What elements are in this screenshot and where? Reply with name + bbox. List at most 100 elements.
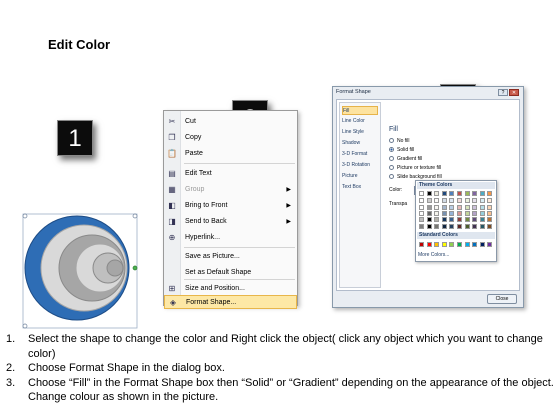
theme-color-swatch[interactable]: [479, 204, 485, 210]
menu-item-label: Set as Default Shape: [185, 269, 252, 276]
menu-item-paste[interactable]: 📋 Paste: [164, 147, 297, 161]
theme-color-swatch[interactable]: [457, 191, 462, 196]
nav-item-picture[interactable]: Picture: [342, 172, 378, 181]
theme-color-swatch[interactable]: [472, 210, 478, 216]
option-gradient-fill[interactable]: Gradient fill: [389, 156, 422, 163]
close-window-button[interactable]: ✕: [509, 89, 519, 96]
theme-color-swatch[interactable]: [457, 198, 462, 204]
standard-color-swatch[interactable]: [464, 242, 470, 247]
theme-color-swatch[interactable]: [449, 223, 455, 229]
menu-item-size-and-position[interactable]: ⊞ Size and Position...: [164, 282, 297, 296]
menu-item-send-to-back[interactable]: ◨ Send to Back ▶: [164, 215, 297, 229]
nav-item-fill[interactable]: Fill: [342, 106, 378, 115]
help-button[interactable]: ?: [498, 89, 508, 96]
dialog-title: Format Shape: [336, 89, 371, 95]
theme-color-swatch[interactable]: [441, 198, 447, 204]
theme-color-swatch[interactable]: [426, 204, 432, 210]
theme-color-swatch[interactable]: [434, 223, 440, 229]
theme-color-swatch[interactable]: [457, 210, 462, 216]
theme-color-swatch[interactable]: [472, 204, 478, 210]
theme-color-swatch[interactable]: [479, 198, 485, 204]
selected-circle-shape[interactable]: [22, 213, 138, 329]
theme-color-swatch[interactable]: [479, 217, 485, 223]
theme-color-swatch[interactable]: [487, 191, 493, 196]
standard-color-swatch[interactable]: [419, 242, 424, 247]
theme-color-swatch[interactable]: [472, 191, 478, 196]
standard-color-swatch[interactable]: [441, 242, 447, 247]
theme-color-swatch[interactable]: [464, 217, 470, 223]
theme-color-swatch[interactable]: [472, 198, 478, 204]
menu-item-copy[interactable]: ❐ Copy: [164, 131, 297, 145]
theme-color-swatch[interactable]: [419, 191, 424, 196]
theme-color-swatch[interactable]: [441, 223, 447, 229]
theme-color-swatch[interactable]: [457, 217, 462, 223]
theme-color-swatch[interactable]: [449, 191, 455, 196]
standard-color-swatch[interactable]: [472, 242, 478, 247]
theme-color-swatch[interactable]: [441, 204, 447, 210]
theme-color-swatch[interactable]: [441, 217, 447, 223]
theme-color-swatch[interactable]: [464, 204, 470, 210]
menu-item-save-as-picture[interactable]: Save as Picture...: [164, 250, 297, 264]
theme-color-swatch[interactable]: [472, 217, 478, 223]
theme-color-swatch[interactable]: [419, 204, 424, 210]
option-solid-fill[interactable]: Solid fill: [389, 147, 414, 154]
theme-color-swatch[interactable]: [457, 204, 462, 210]
theme-color-swatch[interactable]: [419, 223, 424, 229]
theme-color-swatch[interactable]: [449, 217, 455, 223]
theme-color-swatch[interactable]: [419, 210, 424, 216]
theme-color-swatch[interactable]: [464, 191, 470, 196]
theme-color-swatch[interactable]: [479, 210, 485, 216]
menu-item-set-as-default-shape[interactable]: Set as Default Shape: [164, 266, 297, 280]
standard-color-swatch[interactable]: [479, 242, 485, 247]
theme-color-swatch[interactable]: [464, 198, 470, 204]
theme-color-swatch[interactable]: [449, 210, 455, 216]
nav-item-3d-rotation[interactable]: 3-D Rotation: [342, 161, 378, 170]
theme-color-swatch[interactable]: [479, 191, 485, 196]
option-picture-fill[interactable]: Picture or texture fill: [389, 165, 441, 172]
theme-color-swatch[interactable]: [441, 191, 447, 196]
nav-item-shadow[interactable]: Shadow: [342, 139, 378, 148]
theme-color-swatch[interactable]: [434, 191, 440, 196]
theme-color-swatch[interactable]: [487, 217, 493, 223]
nav-item-line-style[interactable]: Line Style: [342, 128, 378, 137]
nav-item-text-box[interactable]: Text Box: [342, 183, 378, 192]
theme-color-swatch[interactable]: [464, 223, 470, 229]
theme-color-swatch[interactable]: [419, 198, 424, 204]
theme-color-swatch[interactable]: [479, 223, 485, 229]
menu-item-bring-to-front[interactable]: ◧ Bring to Front ▶: [164, 199, 297, 213]
theme-color-swatch[interactable]: [441, 210, 447, 216]
theme-color-swatch[interactable]: [434, 217, 440, 223]
theme-color-swatch[interactable]: [472, 223, 478, 229]
option-no-fill[interactable]: No fill: [389, 138, 410, 145]
theme-color-swatch[interactable]: [434, 210, 440, 216]
theme-color-swatch[interactable]: [426, 191, 432, 196]
theme-color-swatch[interactable]: [434, 198, 440, 204]
menu-item-cut[interactable]: ✂ Cut: [164, 115, 297, 129]
standard-color-swatch[interactable]: [426, 242, 432, 247]
theme-color-swatch[interactable]: [426, 217, 432, 223]
standard-color-swatch[interactable]: [457, 242, 462, 247]
theme-color-swatch[interactable]: [426, 210, 432, 216]
close-button[interactable]: Close: [487, 294, 517, 304]
nav-item-3d-format[interactable]: 3-D Format: [342, 150, 378, 159]
theme-color-swatch[interactable]: [426, 198, 432, 204]
standard-color-swatch[interactable]: [434, 242, 440, 247]
more-colors-link[interactable]: More Colors...: [418, 252, 449, 258]
menu-item-format-shape[interactable]: ◈ Format Shape...: [164, 295, 297, 309]
theme-color-swatch[interactable]: [449, 198, 455, 204]
theme-color-swatch[interactable]: [419, 217, 424, 223]
standard-color-swatch[interactable]: [487, 242, 493, 247]
theme-color-swatch[interactable]: [487, 223, 493, 229]
menu-item-hyperlink[interactable]: ⊕ Hyperlink...: [164, 231, 297, 245]
menu-item-edit-text[interactable]: ▤ Edit Text: [164, 167, 297, 181]
theme-color-swatch[interactable]: [487, 198, 493, 204]
theme-color-swatch[interactable]: [487, 204, 493, 210]
nav-item-line-color[interactable]: Line Color: [342, 117, 378, 126]
theme-color-swatch[interactable]: [464, 210, 470, 216]
theme-color-swatch[interactable]: [426, 223, 432, 229]
theme-color-swatch[interactable]: [487, 210, 493, 216]
standard-color-swatch[interactable]: [449, 242, 455, 247]
theme-color-swatch[interactable]: [434, 204, 440, 210]
theme-color-swatch[interactable]: [449, 204, 455, 210]
theme-color-swatch[interactable]: [457, 223, 462, 229]
